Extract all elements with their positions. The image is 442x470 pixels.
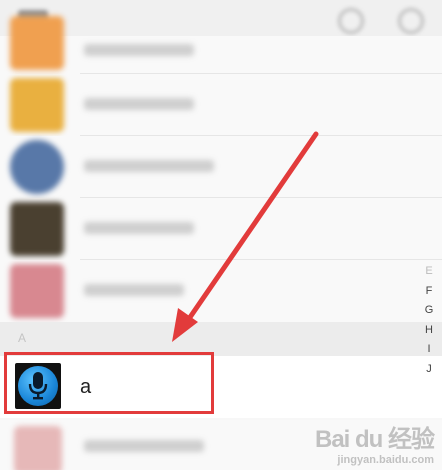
list-item-label	[84, 440, 204, 452]
highlight-box	[4, 352, 214, 414]
index-letter[interactable]: H	[416, 321, 442, 341]
list-item[interactable]	[0, 74, 442, 136]
section-letter: A	[18, 331, 27, 345]
index-letter[interactable]: I	[416, 340, 442, 360]
watermark-sub: jingyan.baidu.com	[337, 454, 434, 466]
add-icon[interactable]	[398, 8, 424, 34]
list-item-label	[84, 284, 184, 296]
contacts-screen: A a E F G H I J Bai du 经验 jingyan.baidu.…	[0, 0, 442, 470]
list-item-label	[84, 160, 214, 172]
list-item[interactable]	[0, 198, 442, 260]
index-letter[interactable]: J	[416, 360, 442, 380]
search-icon[interactable]	[338, 8, 364, 34]
list-item-label	[84, 44, 194, 56]
alphabet-index[interactable]: E F G H I J	[416, 262, 442, 379]
avatar	[10, 202, 64, 256]
list-item[interactable]	[0, 16, 442, 74]
section-header: A	[0, 322, 442, 356]
avatar	[10, 16, 64, 70]
list-item-label	[84, 98, 194, 110]
avatar	[10, 78, 64, 132]
avatar	[14, 426, 62, 470]
list-item[interactable]	[0, 136, 442, 198]
avatar	[10, 140, 64, 194]
list-item[interactable]	[0, 260, 442, 322]
top-bar	[0, 0, 442, 36]
index-letter[interactable]: E	[416, 262, 442, 282]
list-item-label	[84, 222, 194, 234]
index-letter[interactable]: G	[416, 301, 442, 321]
baidu-watermark: Bai du 经验 jingyan.baidu.com	[314, 419, 435, 466]
watermark-text: Bai du 经验	[314, 426, 435, 453]
avatar	[10, 264, 64, 318]
index-letter[interactable]: F	[416, 282, 442, 302]
